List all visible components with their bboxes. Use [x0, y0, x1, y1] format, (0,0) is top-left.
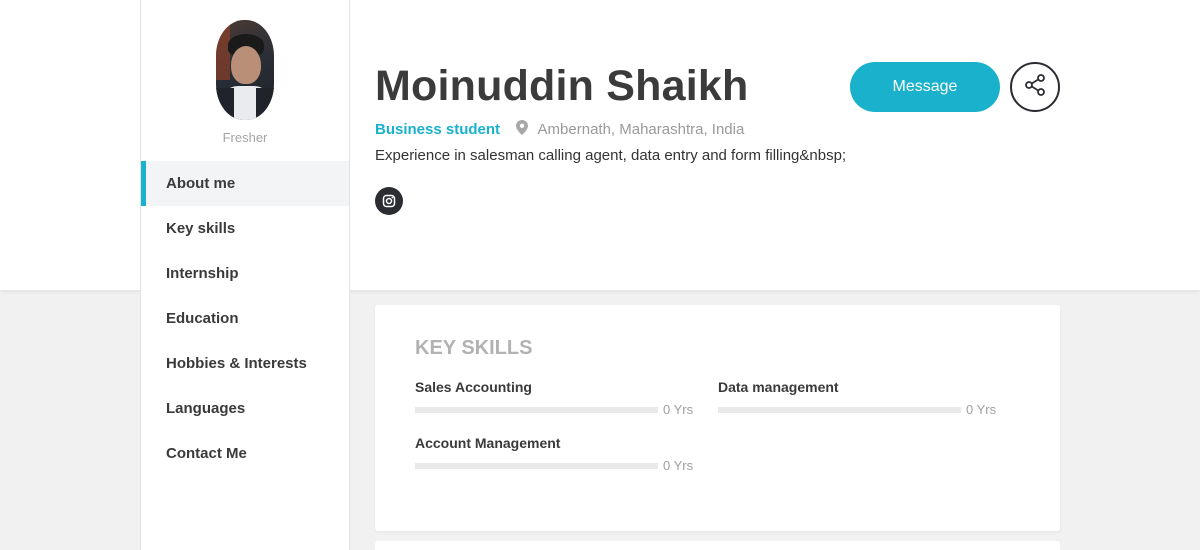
profile-name: Moinuddin Shaikh [375, 62, 749, 110]
next-section-card [375, 541, 1060, 550]
sidebar-item-key-skills[interactable]: Key skills [141, 206, 349, 251]
sidebar-item-contact-me[interactable]: Contact Me [141, 431, 349, 476]
profile-role: Business student [375, 121, 501, 138]
profile-meta: Business student Ambernath, Maharashtra,… [375, 120, 744, 139]
sidebar-nav: About me Key skills Internship Education… [141, 161, 349, 476]
instagram-icon[interactable] [375, 187, 403, 215]
key-skills-card: KEY SKILLS Sales Accounting 0 Yrs Data m… [375, 305, 1060, 531]
skill-progress-bar [415, 407, 658, 413]
skill-item: Account Management 0 Yrs [415, 435, 695, 473]
skill-years: 0 Yrs [663, 402, 694, 417]
profile-bio: Experience in salesman calling agent, da… [375, 147, 847, 164]
location-pin-icon [516, 120, 529, 139]
experience-status: Fresher [222, 130, 268, 145]
share-button[interactable] [1010, 62, 1060, 112]
skill-name: Data management [718, 379, 839, 395]
skill-item: Data management 0 Yrs [718, 379, 998, 417]
skill-name: Account Management [415, 435, 561, 451]
sidebar-item-about-me[interactable]: About me [141, 161, 349, 206]
sidebar-item-internship[interactable]: Internship [141, 251, 349, 296]
message-button[interactable]: Message [850, 62, 1000, 112]
profile-location: Ambernath, Maharashtra, India [537, 121, 745, 138]
skill-years: 0 Yrs [966, 402, 997, 417]
sidebar-item-education[interactable]: Education [141, 296, 349, 341]
key-skills-title: KEY SKILLS [415, 337, 533, 359]
profile-sidebar: Fresher About me Key skills Internship E… [140, 0, 350, 550]
sidebar-item-hobbies-interests[interactable]: Hobbies & Interests [141, 341, 349, 386]
skill-progress-bar [415, 463, 658, 469]
skill-item: Sales Accounting 0 Yrs [415, 379, 695, 417]
avatar [216, 20, 274, 120]
share-icon [1023, 73, 1047, 101]
skill-name: Sales Accounting [415, 379, 532, 395]
skill-progress-bar [718, 407, 961, 413]
sidebar-item-languages[interactable]: Languages [141, 386, 349, 431]
skill-years: 0 Yrs [663, 458, 694, 473]
